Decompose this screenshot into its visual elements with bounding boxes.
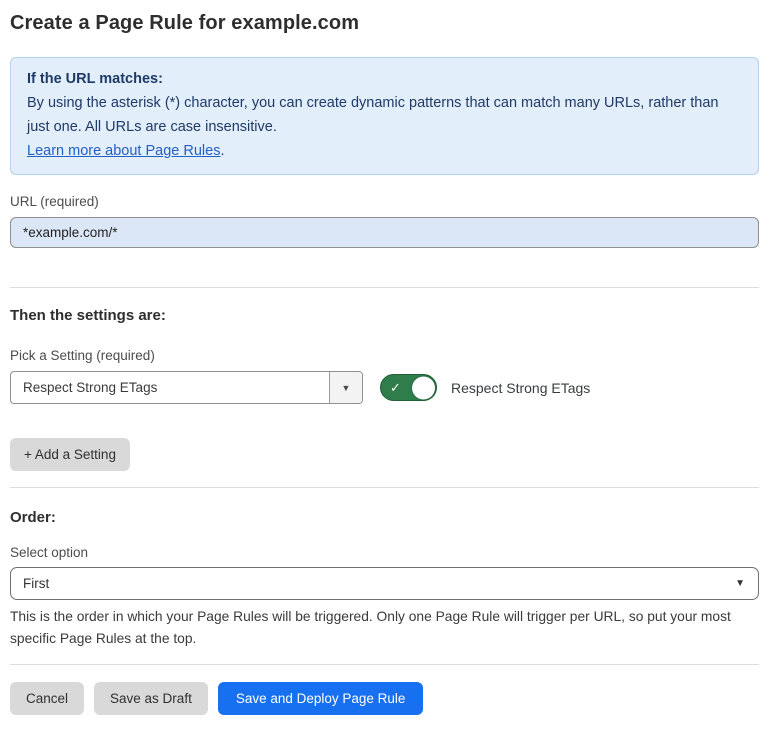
- order-section-heading: Order:: [10, 509, 759, 526]
- save-draft-button[interactable]: Save as Draft: [94, 682, 208, 715]
- learn-more-link[interactable]: Learn more about Page Rules: [27, 143, 220, 159]
- divider: [10, 487, 759, 488]
- divider: [10, 664, 759, 665]
- toggle-knob: [412, 376, 435, 399]
- chevron-down-icon[interactable]: ▼: [329, 372, 362, 403]
- setting-select-value: Respect Strong ETags: [11, 372, 329, 403]
- setting-toggle[interactable]: ✓: [380, 374, 437, 401]
- info-box-heading: If the URL matches:: [27, 67, 742, 91]
- settings-section-heading: Then the settings are:: [10, 307, 759, 324]
- setting-select[interactable]: Respect Strong ETags ▼: [10, 371, 363, 404]
- info-box-body: By using the asterisk (*) character, you…: [27, 91, 742, 139]
- pick-setting-label: Pick a Setting (required): [10, 348, 759, 363]
- toggle-label: Respect Strong ETags: [451, 380, 590, 396]
- chevron-down-icon: ▼: [735, 578, 758, 589]
- page-rule-form: Create a Page Rule for example.com If th…: [0, 0, 769, 730]
- save-deploy-button[interactable]: Save and Deploy Page Rule: [218, 682, 424, 715]
- link-period: .: [220, 143, 224, 159]
- order-select-label: Select option: [10, 545, 759, 560]
- cancel-button[interactable]: Cancel: [10, 682, 84, 715]
- order-select[interactable]: First ▼: [10, 567, 759, 600]
- url-input[interactable]: [10, 217, 759, 248]
- form-actions: Cancel Save as Draft Save and Deploy Pag…: [10, 682, 759, 715]
- info-box-link-line: Learn more about Page Rules.: [27, 139, 742, 163]
- page-title: Create a Page Rule for example.com: [10, 12, 759, 35]
- url-match-info-box: If the URL matches: By using the asteris…: [10, 57, 759, 175]
- order-help-text: This is the order in which your Page Rul…: [10, 606, 759, 650]
- check-icon: ✓: [390, 380, 401, 396]
- setting-row: Respect Strong ETags ▼ ✓ Respect Strong …: [10, 371, 759, 404]
- divider: [10, 287, 759, 288]
- add-setting-button[interactable]: + Add a Setting: [10, 438, 130, 471]
- url-label: URL (required): [10, 194, 759, 209]
- order-select-value: First: [11, 576, 735, 591]
